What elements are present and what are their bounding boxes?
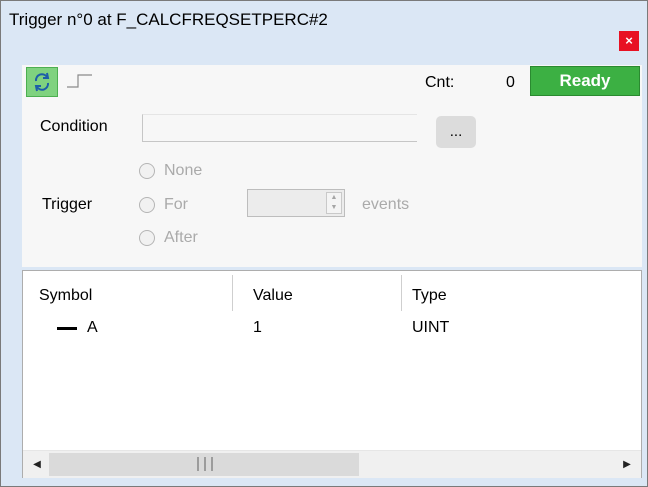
cell-value: 1 — [253, 319, 262, 336]
radio-none-label: None — [164, 162, 203, 179]
radio-after-label: After — [164, 229, 198, 246]
trigger-label: Trigger — [42, 196, 93, 213]
grip-icon — [197, 457, 213, 471]
column-divider[interactable] — [401, 275, 402, 311]
symbol-table: Symbol Value Type A 1 UINT ◀ ▶ — [22, 270, 642, 478]
scroll-right-icon[interactable]: ▶ — [617, 451, 637, 478]
refresh-icon — [34, 72, 50, 92]
cell-symbol: A — [87, 319, 98, 336]
stepper-buttons: ▲ ▼ — [326, 192, 342, 214]
condition-label: Condition — [40, 118, 108, 135]
event-count-stepper[interactable]: ▲ ▼ — [247, 189, 345, 217]
rising-edge-icon[interactable] — [66, 73, 94, 89]
radio-none[interactable]: None — [139, 162, 202, 180]
stepper-down-icon[interactable]: ▼ — [327, 203, 341, 213]
scroll-left-icon[interactable]: ◀ — [27, 451, 47, 478]
column-header-symbol[interactable]: Symbol — [39, 287, 92, 305]
condition-input[interactable] — [142, 114, 417, 142]
counter-label: Cnt: — [425, 74, 455, 91]
title-bar: Trigger n°0 at F_CALCFREQSETPERC#2 — [1, 1, 647, 33]
radio-circle — [139, 197, 155, 213]
column-header-value[interactable]: Value — [253, 287, 293, 305]
radio-for[interactable]: For — [139, 196, 188, 214]
refresh-button[interactable] — [26, 67, 58, 97]
status-badge: Ready — [530, 66, 640, 96]
counter-value: 0 — [506, 74, 515, 91]
window-title: Trigger n°0 at F_CALCFREQSETPERC#2 — [9, 10, 328, 29]
variable-line-icon — [57, 327, 77, 330]
column-divider[interactable] — [232, 275, 233, 311]
radio-after[interactable]: After — [139, 229, 198, 247]
radio-for-label: For — [164, 196, 188, 213]
horizontal-scrollbar[interactable]: ◀ ▶ — [23, 450, 641, 478]
column-header-type[interactable]: Type — [412, 287, 447, 305]
close-button[interactable]: × — [619, 31, 639, 51]
stepper-up-icon[interactable]: ▲ — [327, 193, 341, 203]
scrollbar-thumb[interactable] — [49, 453, 359, 476]
events-label: events — [362, 196, 410, 213]
cell-type: UINT — [412, 319, 450, 336]
radio-circle — [139, 230, 155, 246]
radio-circle — [139, 163, 155, 179]
condition-browse-button[interactable]: ... — [436, 116, 476, 148]
